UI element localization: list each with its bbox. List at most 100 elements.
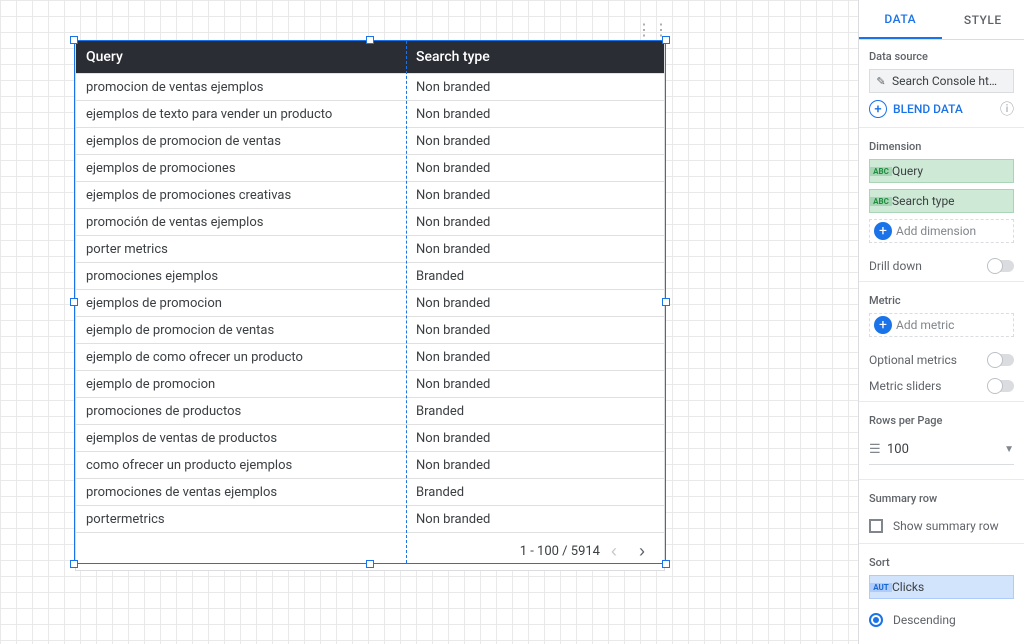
cell-search-type: Non branded — [406, 323, 664, 338]
add-dimension-button[interactable]: + Add dimension — [869, 219, 1014, 243]
cell-query: porter metrics — [76, 242, 406, 257]
cell-search-type: Non branded — [406, 512, 664, 527]
plus-icon: + — [869, 100, 887, 118]
table-row[interactable]: ejemplo de promocion de ventasNon brande… — [76, 316, 664, 343]
cell-query: promociones de ventas ejemplos — [76, 485, 406, 500]
cell-query: como ofrecer un producto ejemplos — [76, 458, 406, 473]
dimension-chip-search-type[interactable]: ABC Search type — [869, 189, 1014, 213]
cell-search-type: Non branded — [406, 431, 664, 446]
section-title-sort: Sort — [869, 556, 1014, 569]
table-row[interactable]: ejemplos de promociones creativasNon bra… — [76, 181, 664, 208]
drag-handle-icon[interactable]: ⋮⋮ — [636, 20, 670, 39]
abc-icon: ABC — [870, 197, 892, 206]
table-row[interactable]: como ofrecer un producto ejemplosNon bra… — [76, 451, 664, 478]
sort-field-chip[interactable]: AUT Clicks — [869, 575, 1014, 599]
table-row[interactable]: ejemplos de promocion de ventasNon brand… — [76, 127, 664, 154]
radio-checked-icon — [869, 613, 883, 627]
table-row[interactable]: portermetricsNon branded — [76, 505, 664, 532]
metric-sliders-row: Metric sliders — [859, 373, 1024, 399]
data-source-chip[interactable]: ✎ Search Console ht… — [869, 69, 1014, 93]
dimension-chip-query[interactable]: ABC Query — [869, 159, 1014, 183]
help-icon[interactable]: ⓘ — [1000, 99, 1014, 119]
checkbox-icon[interactable] — [869, 519, 883, 533]
table-row[interactable]: promocion de ventas ejemplosNon branded — [76, 73, 664, 100]
table-row[interactable]: ejemplo de promocionNon branded — [76, 370, 664, 397]
table-chart[interactable]: Query Search type promocion de ventas ej… — [75, 40, 665, 571]
cell-search-type: Non branded — [406, 134, 664, 149]
cell-query: ejemplos de texto para vender un product… — [76, 107, 406, 122]
cell-query: ejemplo de promocion de ventas — [76, 323, 406, 338]
cell-query: ejemplos de promociones creativas — [76, 188, 406, 203]
table-row[interactable]: promociones de ventas ejemplosBranded — [76, 478, 664, 505]
cell-query: promoción de ventas ejemplos — [76, 215, 406, 230]
plus-icon: + — [874, 222, 892, 240]
add-metric-button[interactable]: + Add metric — [869, 313, 1014, 337]
table-row[interactable]: ejemplos de ventas de productosNon brand… — [76, 424, 664, 451]
show-summary-row[interactable]: Show summary row — [859, 511, 1024, 541]
cell-search-type: Branded — [406, 404, 664, 419]
table-row[interactable]: ejemplos de promocionNon branded — [76, 289, 664, 316]
section-title-data-source: Data source — [869, 50, 1014, 63]
table-row[interactable]: ejemplos de promocionesNon branded — [76, 154, 664, 181]
table-row[interactable]: promociones ejemplosBranded — [76, 262, 664, 289]
report-canvas[interactable]: ⋮⋮ Query Search type promocion de ventas… — [0, 0, 858, 644]
tab-data[interactable]: DATA — [859, 0, 942, 39]
section-title-dimension: Dimension — [869, 140, 1014, 153]
tab-style[interactable]: STYLE — [942, 0, 1024, 39]
drill-down-toggle[interactable] — [988, 260, 1014, 272]
section-title-metric: Metric — [869, 294, 1014, 307]
cell-search-type: Branded — [406, 269, 664, 284]
cell-search-type: Non branded — [406, 242, 664, 257]
pencil-icon[interactable]: ✎ — [870, 75, 892, 88]
cell-search-type: Non branded — [406, 377, 664, 392]
rows-per-page-select[interactable]: ☰ 100 ▼ — [869, 435, 1014, 465]
cell-query: promocion de ventas ejemplos — [76, 80, 406, 95]
cell-query: portermetrics — [76, 512, 406, 527]
cell-search-type: Non branded — [406, 188, 664, 203]
properties-panel: DATA STYLE Data source ✎ Search Console … — [858, 0, 1024, 644]
cell-query: ejemplo de promocion — [76, 377, 406, 392]
cell-query: ejemplos de promociones — [76, 161, 406, 176]
cell-query: promociones ejemplos — [76, 269, 406, 284]
metric-sliders-toggle[interactable] — [988, 380, 1014, 392]
aut-icon: AUT — [870, 583, 892, 592]
cell-search-type: Non branded — [406, 215, 664, 230]
cell-search-type: Non branded — [406, 350, 664, 365]
cell-query: ejemplos de promocion de ventas — [76, 134, 406, 149]
table-pager: 1 - 100 / 5914 ‹ › — [76, 532, 664, 570]
cell-search-type: Non branded — [406, 458, 664, 473]
cell-search-type: Branded — [406, 485, 664, 500]
blend-data-button[interactable]: + BLEND DATA ⓘ — [869, 99, 1014, 119]
column-header-query[interactable]: Query — [76, 49, 406, 65]
table-row[interactable]: promociones de productosBranded — [76, 397, 664, 424]
sort-descending-radio[interactable]: Descending — [859, 609, 1024, 631]
cell-search-type: Non branded — [406, 107, 664, 122]
abc-icon: ABC — [870, 167, 892, 176]
cell-query: ejemplo de como ofrecer un producto — [76, 350, 406, 365]
cell-search-type: Non branded — [406, 161, 664, 176]
pager-next-icon[interactable]: › — [628, 541, 656, 562]
section-title-summary-row: Summary row — [869, 492, 1014, 505]
plus-icon: + — [874, 316, 892, 334]
optional-metrics-toggle[interactable] — [988, 354, 1014, 366]
chevron-down-icon: ▼ — [1004, 444, 1014, 455]
table-row[interactable]: promoción de ventas ejemplosNon branded — [76, 208, 664, 235]
column-header-search-type[interactable]: Search type — [406, 49, 664, 65]
section-title-rows-per-page: Rows per Page — [869, 414, 1014, 427]
table-row[interactable]: ejemplos de texto para vender un product… — [76, 100, 664, 127]
cell-search-type: Non branded — [406, 296, 664, 311]
cell-query: ejemplos de promocion — [76, 296, 406, 311]
table-row[interactable]: porter metricsNon branded — [76, 235, 664, 262]
table-row[interactable]: ejemplo de como ofrecer un productoNon b… — [76, 343, 664, 370]
pager-range: 1 - 100 / 5914 — [520, 544, 600, 559]
pager-prev-icon[interactable]: ‹ — [600, 541, 628, 562]
drill-down-row: Drill down — [859, 253, 1024, 279]
column-resize-handle[interactable] — [406, 41, 407, 563]
panel-tabs: DATA STYLE — [859, 0, 1024, 40]
table-header: Query Search type — [76, 41, 664, 73]
cell-query: ejemplos de ventas de productos — [76, 431, 406, 446]
optional-metrics-row: Optional metrics — [859, 347, 1024, 373]
cell-search-type: Non branded — [406, 80, 664, 95]
list-icon: ☰ — [869, 442, 887, 457]
cell-query: promociones de productos — [76, 404, 406, 419]
